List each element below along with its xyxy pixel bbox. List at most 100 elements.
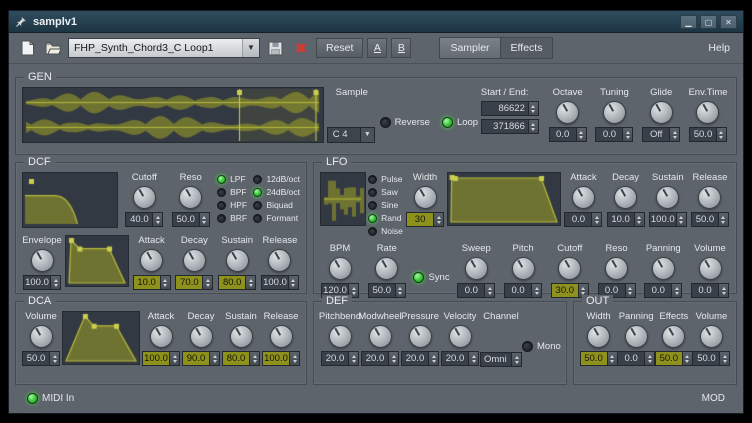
knob-value[interactable]: 0.0 [550, 128, 576, 141]
reverse-toggle[interactable]: Reverse [380, 117, 430, 128]
knob-spinbox[interactable]: 100.0 [23, 275, 61, 290]
knob-value[interactable]: 50.0 [690, 128, 716, 141]
knob-dial[interactable] [414, 186, 437, 209]
chevron-down-icon[interactable]: ▼ [242, 39, 259, 57]
lfo-shape-rand[interactable]: Rand [368, 213, 403, 223]
knob-dial[interactable] [31, 249, 54, 272]
spin-arrows-icon[interactable] [607, 352, 617, 365]
knob-value[interactable]: 10.0 [134, 276, 160, 289]
knob-value[interactable]: Off [643, 128, 669, 141]
spin-arrows-icon[interactable] [511, 353, 521, 366]
knob-dial[interactable] [652, 257, 675, 280]
knob-dial[interactable] [605, 257, 628, 280]
knob-value[interactable]: 20.0 [402, 352, 428, 365]
spin-arrows-icon[interactable] [528, 120, 538, 133]
knob-spinbox[interactable]: 0.0 [691, 283, 729, 298]
spin-arrows-icon[interactable] [528, 102, 538, 115]
knob-value[interactable]: 50.0 [581, 352, 607, 365]
knob-value[interactable]: 20.0 [322, 352, 348, 365]
knob-value[interactable]: 0.0 [565, 213, 591, 226]
knob-spinbox[interactable]: 20.0 [321, 351, 359, 366]
dca-envelope-display[interactable] [62, 311, 140, 365]
lfo-shape-noise[interactable]: Noise [368, 226, 403, 236]
knob-value[interactable]: 0.0 [505, 284, 531, 297]
knob-dial[interactable] [465, 257, 488, 280]
knob-value[interactable]: 0.0 [596, 128, 622, 141]
sample-waveform-display[interactable] [22, 87, 324, 143]
sample-note-combo[interactable]: C 4 ▼ [327, 127, 375, 143]
spin-arrows-icon[interactable] [716, 128, 726, 141]
spin-arrows-icon[interactable] [288, 276, 298, 289]
spin-arrows-icon[interactable] [160, 276, 170, 289]
spin-arrows-icon[interactable] [169, 352, 179, 365]
titlebar[interactable]: samplv1 ▁ ▢ ✕ [9, 11, 743, 33]
lfo-shape-saw[interactable]: Saw [368, 187, 403, 197]
filter-slope-12db[interactable]: 12dB/oct [253, 174, 300, 184]
knob-value[interactable]: 10.0 [608, 213, 634, 226]
spin-arrows-icon[interactable] [671, 284, 681, 297]
spin-arrows-icon[interactable] [348, 352, 358, 365]
lfo-shape-sine[interactable]: Sine [368, 200, 403, 210]
knob-spinbox[interactable]: 70.0 [175, 275, 213, 290]
knob-spinbox[interactable]: 0.0 [564, 212, 602, 227]
filter-slope-formant[interactable]: Formant [253, 213, 300, 223]
spin-arrows-icon[interactable] [591, 213, 601, 226]
spin-arrows-icon[interactable] [289, 352, 299, 365]
spin-arrows-icon[interactable] [531, 284, 541, 297]
midi-in-indicator[interactable]: MIDI In [27, 393, 74, 404]
knob-dial[interactable] [625, 325, 648, 348]
preset-combo[interactable]: FHP_Synth_Chord3_C Loop1 ▼ [68, 38, 260, 58]
knob-spinbox[interactable]: 0.0 [457, 283, 495, 298]
knob-dial[interactable] [700, 325, 723, 348]
loop-end-value[interactable]: 371866 [482, 120, 528, 133]
loop-start-spinbox[interactable]: 86622 [481, 101, 539, 116]
knob-dial[interactable] [603, 101, 626, 124]
knob-dial[interactable] [329, 257, 352, 280]
knob-dial[interactable] [369, 325, 392, 348]
knob-value[interactable]: 40.0 [126, 213, 152, 226]
knob-spinbox[interactable]: 0.0 [644, 283, 682, 298]
preset-a-button[interactable]: A [367, 38, 387, 58]
knob-dial[interactable] [614, 186, 637, 209]
knob-dial[interactable] [150, 325, 173, 348]
loop-end-spinbox[interactable]: 371866 [481, 119, 539, 134]
knob-dial[interactable] [226, 249, 249, 272]
lfo-shape-pulse[interactable]: Pulse [368, 174, 403, 184]
knob-dial[interactable] [696, 101, 719, 124]
spin-arrows-icon[interactable] [676, 213, 686, 226]
channel-value[interactable]: Omni [481, 353, 511, 366]
spin-arrows-icon[interactable] [209, 352, 219, 365]
knob-dial[interactable] [512, 257, 535, 280]
knob-value[interactable]: 50.0 [23, 352, 49, 365]
knob-spinbox[interactable]: 20.0 [441, 351, 479, 366]
filter-type-hpf[interactable]: HPF [217, 200, 247, 210]
knob-value[interactable]: 0.0 [458, 284, 484, 297]
knob-spinbox[interactable]: 100.0 [262, 351, 300, 366]
spin-arrows-icon[interactable] [719, 352, 729, 365]
knob-spinbox[interactable]: 80.0 [222, 351, 260, 366]
spin-arrows-icon[interactable] [682, 352, 692, 365]
knob-dial[interactable] [409, 325, 432, 348]
loop-start-value[interactable]: 86622 [482, 102, 528, 115]
spin-arrows-icon[interactable] [152, 213, 162, 226]
knob-spinbox[interactable]: 20.0 [401, 351, 439, 366]
new-preset-button[interactable] [16, 37, 38, 59]
knob-dial[interactable] [329, 325, 352, 348]
lfo-envelope-display[interactable] [447, 172, 561, 226]
spin-arrows-icon[interactable] [50, 276, 60, 289]
preset-b-button[interactable]: B [391, 38, 411, 58]
spin-arrows-icon[interactable] [718, 213, 728, 226]
delete-preset-button[interactable]: ✖ [290, 37, 312, 59]
knob-value[interactable]: 100.0 [143, 352, 169, 365]
knob-spinbox[interactable]: 50.0 [655, 351, 693, 366]
knob-dial[interactable] [270, 325, 293, 348]
knob-dial[interactable] [30, 325, 53, 348]
knob-value[interactable]: 80.0 [219, 276, 245, 289]
knob-dial[interactable] [650, 101, 673, 124]
knob-dial[interactable] [572, 186, 595, 209]
knob-value[interactable]: 90.0 [183, 352, 209, 365]
spin-arrows-icon[interactable] [718, 284, 728, 297]
knob-spinbox[interactable]: 20.0 [361, 351, 399, 366]
knob-value[interactable]: 30 [407, 213, 433, 226]
spin-arrows-icon[interactable] [395, 284, 405, 297]
